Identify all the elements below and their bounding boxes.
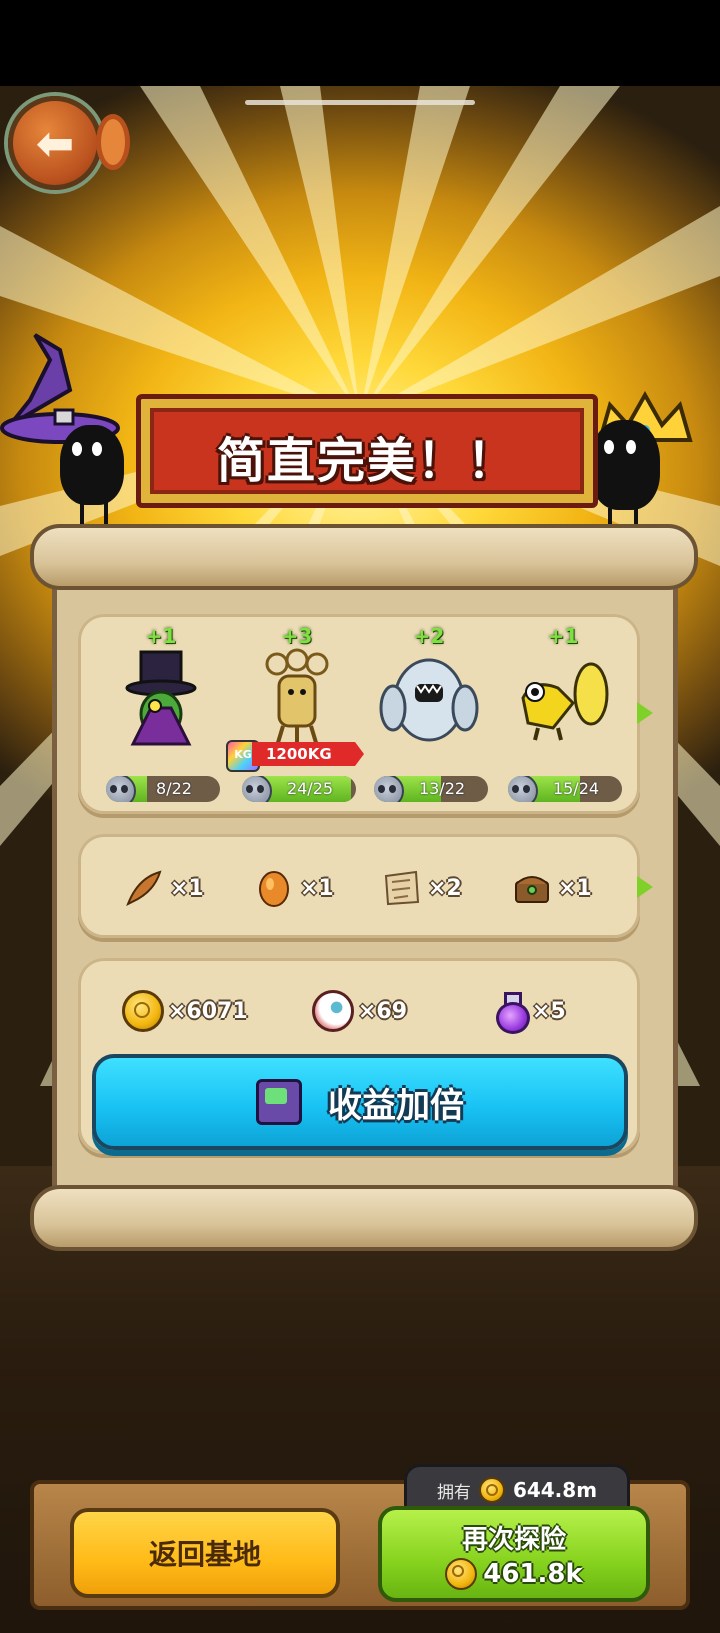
item-quantity: ×1 bbox=[558, 875, 592, 901]
eyeball-icon bbox=[312, 990, 354, 1032]
monster-progress-text: 15/24 bbox=[552, 779, 600, 798]
monster-progress-bar: 13/22 bbox=[374, 776, 488, 802]
yellow-lizard-monster-icon bbox=[521, 662, 609, 741]
monster-progress-text: 24/25 bbox=[286, 779, 334, 798]
video-ad-tv-icon bbox=[256, 1079, 302, 1125]
monster-slot[interactable]: +1 15/24 bbox=[498, 624, 628, 808]
gold-coin-icon bbox=[445, 1557, 478, 1590]
currency-reward: ×5 bbox=[494, 988, 566, 1034]
monster-slot[interactable]: +3 KG 1200KG 24/25 bbox=[226, 624, 364, 808]
result-banner: 简直完美！！ bbox=[136, 394, 598, 508]
monster-progress-bar: 24/25 bbox=[242, 776, 356, 802]
item-reward[interactable]: ×1 bbox=[124, 866, 204, 910]
monster-bonus: +3 bbox=[281, 624, 313, 648]
status-bar bbox=[0, 0, 720, 86]
back-arrow-icon: ⬅ bbox=[35, 116, 75, 170]
gold-coin-icon bbox=[122, 990, 164, 1032]
monster-progress-bar: 15/24 bbox=[508, 776, 622, 802]
back-button[interactable]: ⬅ bbox=[8, 96, 102, 190]
banner-title: 简直完美！！ bbox=[216, 433, 517, 489]
items-next-arrow-icon[interactable] bbox=[637, 876, 653, 898]
amber-egg-icon bbox=[259, 871, 289, 907]
feather-icon bbox=[126, 870, 162, 907]
wizard-cactus-monster-icon bbox=[125, 650, 197, 746]
weight-value: 1200KG bbox=[252, 742, 364, 766]
explore-again-label: 再次探险 bbox=[461, 1524, 566, 1555]
golden-tree-monster-icon bbox=[265, 648, 329, 747]
potion-icon bbox=[494, 992, 530, 1034]
currency-quantity: ×5 bbox=[532, 998, 566, 1024]
currency-quantity: ×69 bbox=[358, 998, 408, 1024]
witch-hat-icon bbox=[0, 333, 120, 444]
monster-progress-text: 8/22 bbox=[156, 779, 192, 798]
double-rewards-label: 收益加倍 bbox=[328, 1085, 464, 1126]
monsters-next-arrow-icon[interactable] bbox=[637, 702, 653, 724]
item-reward[interactable]: ×1 bbox=[254, 866, 334, 910]
treasure-chest-icon bbox=[515, 876, 549, 903]
item-quantity: ×1 bbox=[170, 875, 204, 901]
witch-hat-character bbox=[0, 330, 140, 530]
monster-bonus: +1 bbox=[145, 624, 177, 648]
yeti-monster-icon bbox=[379, 658, 479, 742]
weight-badge: KG 1200KG bbox=[226, 740, 366, 772]
item-quantity: ×2 bbox=[428, 875, 462, 901]
monster-progress-bar: 8/22 bbox=[106, 776, 220, 802]
owned-label: 拥有 bbox=[436, 1482, 471, 1503]
scroll-bottom-roll bbox=[30, 1185, 698, 1251]
currency-quantity: ×6071 bbox=[168, 998, 248, 1024]
monster-bonus: +2 bbox=[413, 624, 445, 648]
monster-progress-text: 13/22 bbox=[418, 779, 466, 798]
item-reward[interactable]: ×2 bbox=[382, 866, 462, 910]
owned-value: 644.8m bbox=[512, 1478, 598, 1502]
monster-bonus: +1 bbox=[547, 624, 579, 648]
map-scroll-icon bbox=[384, 870, 420, 906]
explore-again-button[interactable]: 再次探险 461.8k bbox=[378, 1506, 650, 1602]
gold-coin-icon bbox=[478, 1477, 505, 1503]
currency-reward: ×69 bbox=[312, 988, 407, 1034]
return-to-base-button[interactable]: 返回基地 bbox=[70, 1508, 340, 1598]
back-button-decoration bbox=[96, 114, 130, 170]
item-reward[interactable]: ×1 bbox=[512, 866, 592, 910]
monster-slot[interactable]: +2 13/22 bbox=[364, 624, 494, 808]
home-indicator bbox=[245, 100, 475, 105]
currency-reward: ×6071 bbox=[122, 988, 248, 1034]
return-to-base-label: 返回基地 bbox=[148, 1538, 261, 1571]
double-rewards-button[interactable]: 收益加倍 bbox=[92, 1054, 628, 1150]
scroll-top-roll bbox=[30, 524, 698, 590]
monster-slot[interactable]: +1 8/22 bbox=[96, 624, 226, 808]
item-quantity: ×1 bbox=[300, 875, 334, 901]
crown-character bbox=[590, 390, 720, 540]
explore-again-cost: 461.8k bbox=[483, 1558, 583, 1589]
